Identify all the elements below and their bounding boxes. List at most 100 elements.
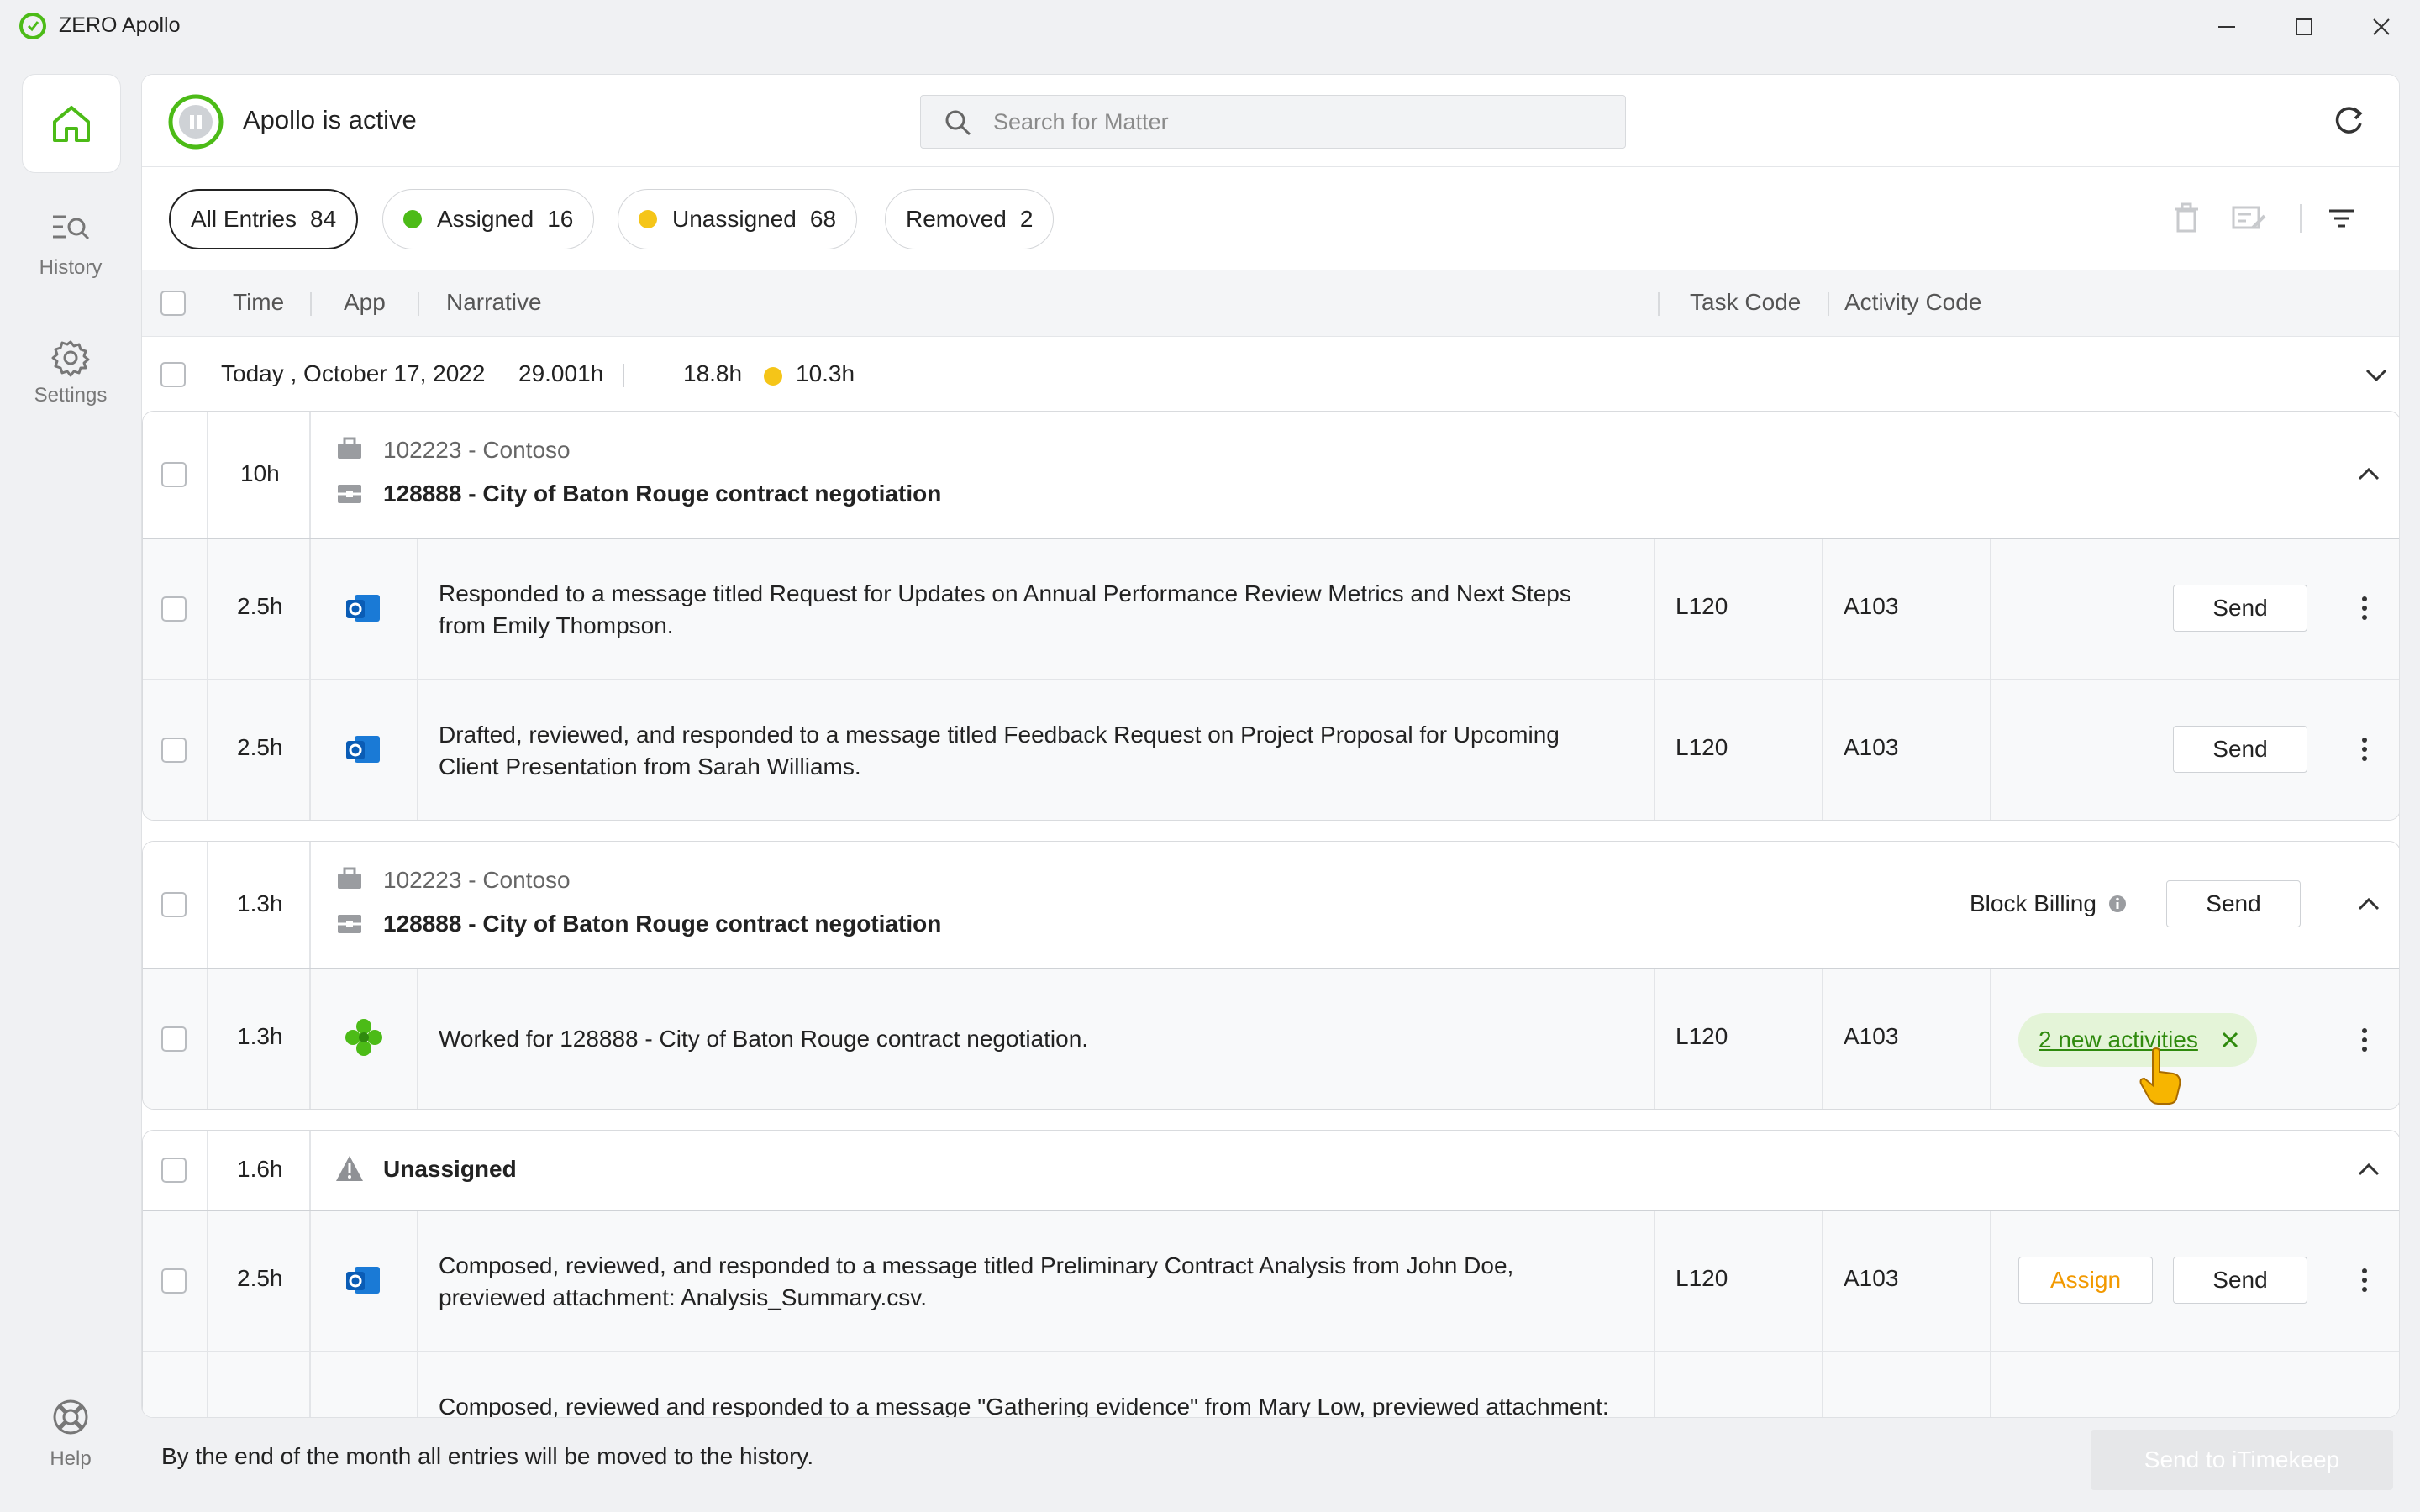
more-options-icon[interactable] bbox=[2348, 1016, 2381, 1063]
more-options-icon[interactable] bbox=[2348, 726, 2381, 773]
entry-task-code[interactable]: L120 bbox=[1676, 1265, 1728, 1292]
hand-pointer-cursor-icon bbox=[2139, 1047, 2181, 1105]
entry-task-code[interactable]: L120 bbox=[1676, 1023, 1728, 1050]
footer-notice: By the end of the month all entries will… bbox=[161, 1443, 814, 1469]
column-time[interactable]: Time bbox=[233, 289, 284, 316]
entry-activity-code[interactable]: A103 bbox=[1844, 1023, 1898, 1050]
outlook-icon bbox=[346, 736, 380, 763]
entry-activity-code[interactable]: A103 bbox=[1844, 593, 1898, 620]
filter-unassigned[interactable]: Unassigned 68 bbox=[618, 189, 858, 249]
entry-activity-code[interactable]: A103 bbox=[1844, 1265, 1898, 1292]
filter-count: 16 bbox=[547, 206, 574, 232]
table-row[interactable]: Composed, reviewed and responded to a me… bbox=[143, 1352, 2399, 1417]
more-options-icon[interactable] bbox=[2348, 585, 2381, 632]
day-total: 29.001h bbox=[518, 360, 604, 386]
chevron-up-icon[interactable] bbox=[2356, 1161, 2381, 1179]
group-header: 1.6h Unassigned bbox=[143, 1131, 2399, 1210]
assign-button[interactable]: Assign bbox=[2018, 1257, 2153, 1304]
sidebar-item-label: History bbox=[39, 256, 103, 279]
row-checkbox[interactable] bbox=[161, 1026, 187, 1052]
matter-group: 10h 102223 - Contoso 128888 - City of Ba… bbox=[142, 411, 2399, 821]
group-checkbox[interactable] bbox=[161, 1158, 187, 1183]
column-task-code[interactable]: Task Code bbox=[1690, 289, 1801, 316]
row-checkbox[interactable] bbox=[161, 596, 187, 622]
info-icon[interactable] bbox=[2107, 894, 2128, 914]
edit-entries-icon[interactable] bbox=[2231, 202, 2268, 234]
group-header: 10h 102223 - Contoso 128888 - City of Ba… bbox=[143, 412, 2399, 538]
group-checkbox[interactable] bbox=[161, 892, 187, 917]
group-time: 10h bbox=[240, 460, 280, 486]
search-box[interactable] bbox=[920, 95, 1626, 149]
chevron-up-icon[interactable] bbox=[2356, 465, 2381, 484]
dismiss-close-icon[interactable] bbox=[2220, 1030, 2240, 1050]
column-activity-code[interactable]: Activity Code bbox=[1844, 289, 1981, 316]
chevron-up-icon[interactable] bbox=[2356, 895, 2381, 914]
entry-task-code[interactable]: L120 bbox=[1676, 593, 1728, 620]
pause-tracking-button[interactable] bbox=[167, 93, 224, 150]
entry-time: 2.5h bbox=[237, 1265, 283, 1291]
filter-removed[interactable]: Removed 2 bbox=[885, 189, 1055, 249]
table-row[interactable]: 1.3h Worked for 128888 - City of Baton R… bbox=[143, 969, 2399, 1109]
group-checkbox[interactable] bbox=[161, 462, 187, 487]
main-panel: Apollo is active All Entries 84 Assigned… bbox=[141, 74, 2400, 1418]
table-row[interactable]: 2.5h Responded to a message titled Reque… bbox=[143, 539, 2399, 679]
select-all-checkbox[interactable] bbox=[160, 291, 186, 316]
group-matter: 128888 - City of Baton Rouge contract ne… bbox=[383, 911, 942, 937]
entry-narrative[interactable]: Composed, reviewed, and responded to a m… bbox=[439, 1250, 1615, 1314]
sidebar-item-settings[interactable]: Settings bbox=[22, 338, 119, 407]
sidebar-item-home[interactable] bbox=[22, 74, 121, 173]
delete-icon[interactable] bbox=[2172, 202, 2201, 234]
table-row[interactable]: 2.5h Drafted, reviewed, and responded to… bbox=[143, 680, 2399, 820]
send-button[interactable]: Send bbox=[2173, 585, 2307, 632]
send-button[interactable]: Send bbox=[2173, 726, 2307, 773]
matter-folder-icon bbox=[338, 915, 361, 933]
send-button[interactable]: Send bbox=[2173, 1257, 2307, 1304]
chevron-down-icon[interactable] bbox=[2364, 365, 2389, 384]
send-block-button[interactable]: Send bbox=[2166, 880, 2301, 927]
close-button[interactable] bbox=[2365, 10, 2398, 44]
entry-narrative[interactable]: Worked for 128888 - City of Baton Rouge … bbox=[439, 1023, 1615, 1055]
more-options-icon[interactable] bbox=[2348, 1257, 2381, 1304]
send-to-itimekeep-button[interactable]: Send to iTimekeep bbox=[2091, 1430, 2393, 1490]
group-header: 1.3h 102223 - Contoso 128888 - City of B… bbox=[143, 842, 2399, 968]
assigned-dot-icon bbox=[651, 367, 670, 386]
search-input[interactable] bbox=[993, 104, 1598, 139]
entry-narrative[interactable]: Responded to a message titled Request fo… bbox=[439, 578, 1615, 642]
unassigned-dot-icon bbox=[764, 367, 782, 386]
entry-activity-code[interactable]: A103 bbox=[1844, 734, 1898, 761]
day-summary-row: Today , October 17, 2022 29.001h 18.8h 1… bbox=[142, 342, 2399, 411]
header: Apollo is active bbox=[142, 75, 2399, 167]
entry-narrative[interactable]: Drafted, reviewed, and responded to a me… bbox=[439, 719, 1615, 783]
entry-narrative[interactable]: Composed, reviewed and responded to a me… bbox=[439, 1391, 1632, 1417]
filter-label: Unassigned bbox=[672, 206, 797, 232]
refresh-button[interactable] bbox=[2330, 102, 2367, 139]
matter-group: 1.3h 102223 - Contoso 128888 - City of B… bbox=[142, 841, 2399, 1110]
sidebar-item-help[interactable]: Help bbox=[22, 1398, 119, 1471]
group-client: 102223 - Contoso bbox=[383, 867, 571, 893]
gear-icon bbox=[51, 340, 90, 377]
sidebar-item-history[interactable]: History bbox=[22, 210, 119, 280]
unassigned-group: 1.6h Unassigned 2.5h Composed, reviewed,… bbox=[142, 1130, 2399, 1417]
day-assigned-hours: 18.8h bbox=[683, 360, 743, 386]
row-checkbox[interactable] bbox=[161, 738, 187, 763]
minimize-icon bbox=[2218, 26, 2235, 28]
filter-icon[interactable] bbox=[2327, 204, 2357, 233]
filter-label: Assigned bbox=[437, 206, 534, 232]
group-unassigned-label: Unassigned bbox=[383, 1156, 517, 1182]
apollo-flower-icon bbox=[345, 1019, 382, 1056]
row-checkbox[interactable] bbox=[161, 1268, 187, 1294]
minimize-button[interactable] bbox=[2210, 10, 2244, 44]
sidebar-item-label: Settings bbox=[34, 384, 108, 407]
day-checkbox[interactable] bbox=[160, 362, 186, 387]
column-narrative[interactable]: Narrative bbox=[446, 289, 542, 316]
maximize-button[interactable] bbox=[2287, 10, 2321, 44]
filter-all-entries[interactable]: All Entries 84 bbox=[169, 189, 359, 249]
search-icon bbox=[945, 110, 971, 136]
day-label: Today , October 17, 2022 bbox=[221, 360, 486, 386]
entry-task-code[interactable]: L120 bbox=[1676, 734, 1728, 761]
page-title: Apollo is active bbox=[243, 105, 417, 134]
column-app[interactable]: App bbox=[344, 289, 386, 316]
filter-assigned[interactable]: Assigned 16 bbox=[382, 189, 595, 249]
filter-count: 84 bbox=[310, 206, 337, 232]
table-row[interactable]: 2.5h Composed, reviewed, and responded t… bbox=[143, 1211, 2399, 1351]
